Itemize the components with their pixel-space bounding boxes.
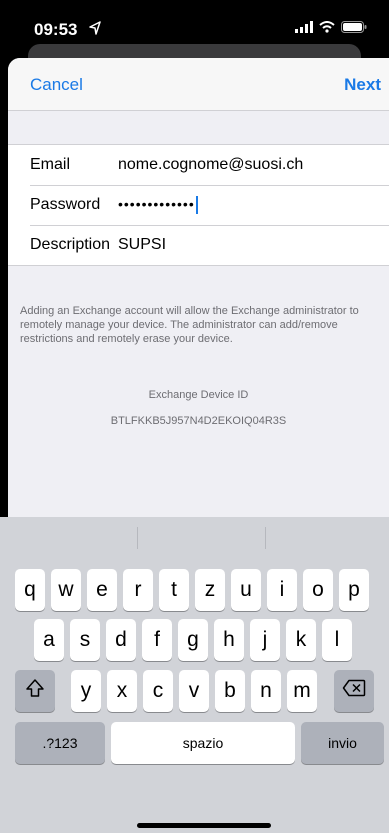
key-o[interactable]: o (303, 569, 333, 611)
key-p[interactable]: p (339, 569, 369, 611)
key-f[interactable]: f (142, 619, 172, 661)
key-n[interactable]: n (251, 670, 281, 712)
key-w[interactable]: w (51, 569, 81, 611)
delete-key[interactable] (334, 670, 374, 712)
device-id-label: Exchange Device ID (148, 389, 249, 401)
cancel-button[interactable]: Cancel (30, 75, 83, 95)
delete-icon (342, 679, 366, 703)
shift-icon (25, 678, 45, 704)
password-field[interactable]: ••••••••••••• (118, 195, 389, 214)
space-key[interactable]: spazio (111, 722, 295, 764)
key-b[interactable]: b (215, 670, 245, 712)
password-dots: ••••••••••••• (118, 196, 195, 213)
battery-icon (341, 20, 367, 38)
text-caret (195, 195, 198, 214)
key-i[interactable]: i (267, 569, 297, 611)
predictive-divider (265, 527, 266, 549)
key-q[interactable]: q (15, 569, 45, 611)
email-field[interactable]: nome.cognome@suosi.ch (118, 156, 389, 174)
key-m[interactable]: m (287, 670, 317, 712)
email-label: Email (30, 156, 71, 173)
status-time: 09:53 (34, 20, 78, 39)
key-z[interactable]: z (195, 569, 225, 611)
signal-icon (295, 20, 313, 38)
password-label: Password (30, 196, 101, 213)
key-x[interactable]: x (107, 670, 137, 712)
key-k[interactable]: k (286, 619, 316, 661)
key-h[interactable]: h (214, 619, 244, 661)
key-c[interactable]: c (143, 670, 173, 712)
key-l[interactable]: l (322, 619, 352, 661)
key-g[interactable]: g (178, 619, 208, 661)
description-label: Description (30, 236, 111, 253)
key-r[interactable]: r (123, 569, 153, 611)
key-y[interactable]: y (71, 670, 101, 712)
device-id-value: BTLFKKB5J957N4D2EKOIQ04R3S (110, 415, 287, 427)
next-button[interactable]: Next (344, 75, 381, 95)
email-row[interactable]: Email nome.cognome@suosi.ch (8, 145, 389, 185)
description-field[interactable]: SUPSI (118, 236, 389, 254)
key-u[interactable]: u (231, 569, 261, 611)
key-e[interactable]: e (87, 569, 117, 611)
key-d[interactable]: d (106, 619, 136, 661)
shift-key[interactable] (15, 670, 55, 712)
home-indicator (137, 823, 271, 828)
description-row[interactable]: Description SUPSI (8, 225, 389, 265)
key-a[interactable]: a (34, 619, 64, 661)
account-form: Email nome.cognome@suosi.ch Password •••… (8, 144, 389, 266)
key-t[interactable]: t (159, 569, 189, 611)
predictive-bar (0, 517, 389, 559)
predictive-divider (137, 527, 138, 549)
navigation-bar: Cancel Next (8, 58, 389, 111)
password-row[interactable]: Password ••••••••••••• (8, 185, 389, 225)
key-v[interactable]: v (179, 670, 209, 712)
wifi-icon (319, 20, 335, 38)
exchange-info-text: Adding an Exchange account will allow th… (20, 305, 359, 345)
return-key[interactable]: invio (301, 722, 384, 764)
key-j[interactable]: j (250, 619, 280, 661)
key-s[interactable]: s (70, 619, 100, 661)
keyboard: q w e r t z u i o p a s d f g h j k l y … (0, 517, 389, 833)
location-arrow-icon (89, 21, 101, 40)
numbers-key[interactable]: .?123 (15, 722, 105, 764)
